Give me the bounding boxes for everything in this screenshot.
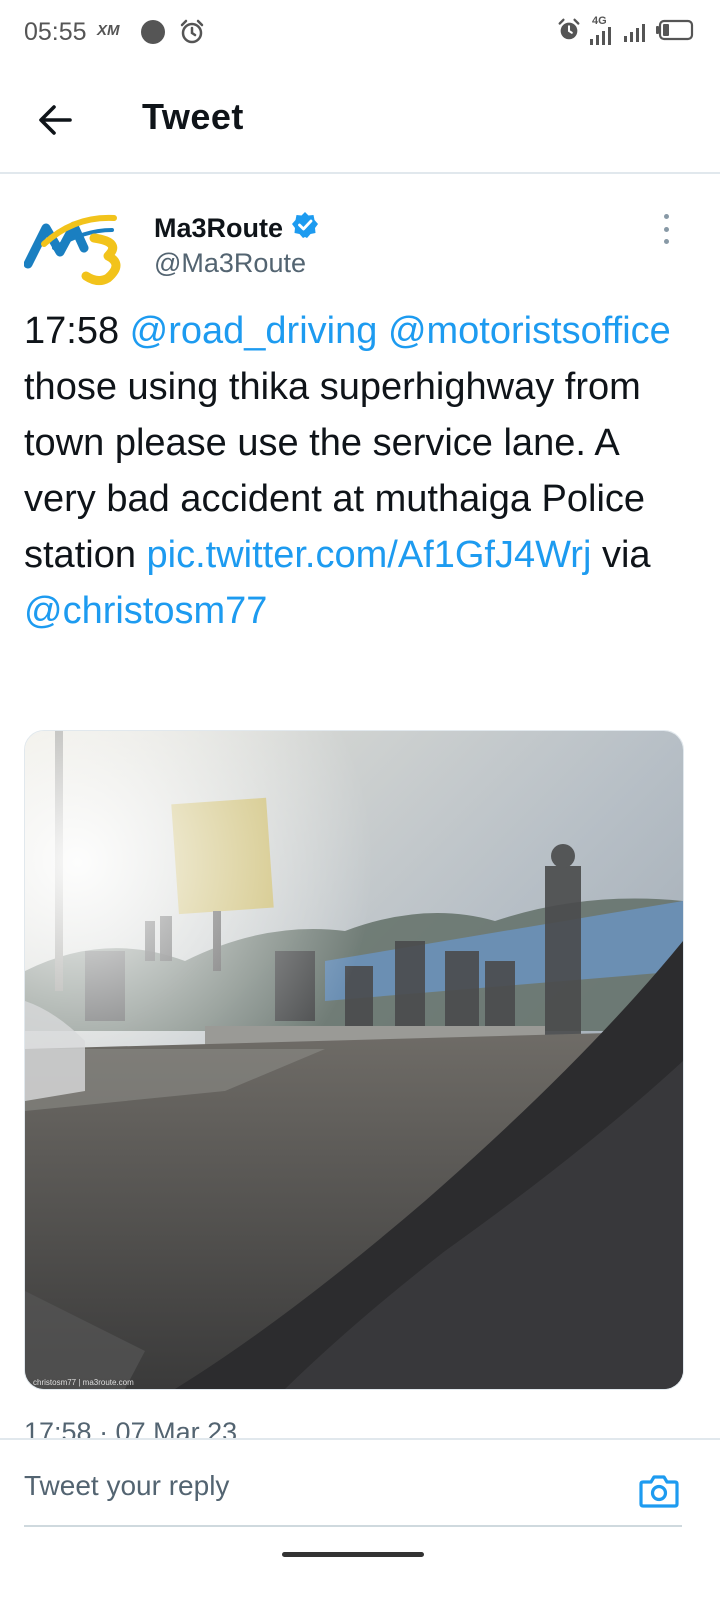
status-icons: 4G: [556, 15, 694, 49]
arrow-left-icon[interactable]: [36, 100, 76, 140]
verified-badge-icon: [291, 211, 319, 246]
author-handle[interactable]: @Ma3Route: [154, 248, 306, 279]
tweet-text-segment: [377, 310, 388, 352]
home-indicator[interactable]: [282, 1552, 424, 1557]
tweet-text-segment: 17:58: [24, 310, 130, 352]
mention-link[interactable]: @motoristsoffice: [388, 310, 671, 352]
tweet-text-segment: via: [591, 534, 651, 576]
media-url-link[interactable]: pic.twitter.com/Af1GfJ4Wrj: [147, 534, 592, 576]
divider: [24, 1525, 682, 1527]
record-dot-icon: [141, 20, 165, 44]
signal-icon: 4G: [588, 15, 616, 47]
more-options-icon[interactable]: [656, 214, 676, 244]
mention-link[interactable]: @road_driving: [130, 310, 378, 352]
battery-icon: [656, 19, 694, 46]
mention-link[interactable]: @christosm77: [24, 590, 267, 632]
photo-watermark: christosm77 | ma3route.com: [33, 1378, 134, 1387]
carrier-badge: XM: [97, 22, 120, 39]
tweet-photo[interactable]: christosm77 | ma3route.com: [24, 730, 684, 1390]
reply-input[interactable]: Tweet your reply: [24, 1470, 229, 1502]
author-name[interactable]: Ma3Route: [154, 211, 319, 246]
tweet-timestamp: 17:58 · 07 Mar 23: [24, 1417, 238, 1438]
top-app-bar: Tweet: [0, 64, 720, 174]
camera-icon[interactable]: [638, 1470, 680, 1512]
alarm-icon: [556, 16, 582, 49]
author-name-text: Ma3Route: [154, 213, 284, 243]
tweet-text: 17:58 @road_driving @motoristsoffice tho…: [24, 303, 696, 639]
status-bar: 05:55 XM 4G: [0, 0, 720, 64]
avatar[interactable]: [23, 208, 128, 288]
signal-icon: [622, 16, 650, 49]
status-time: 05:55: [24, 18, 87, 46]
alarm-icon: [178, 18, 206, 51]
page-title: Tweet: [142, 96, 244, 137]
